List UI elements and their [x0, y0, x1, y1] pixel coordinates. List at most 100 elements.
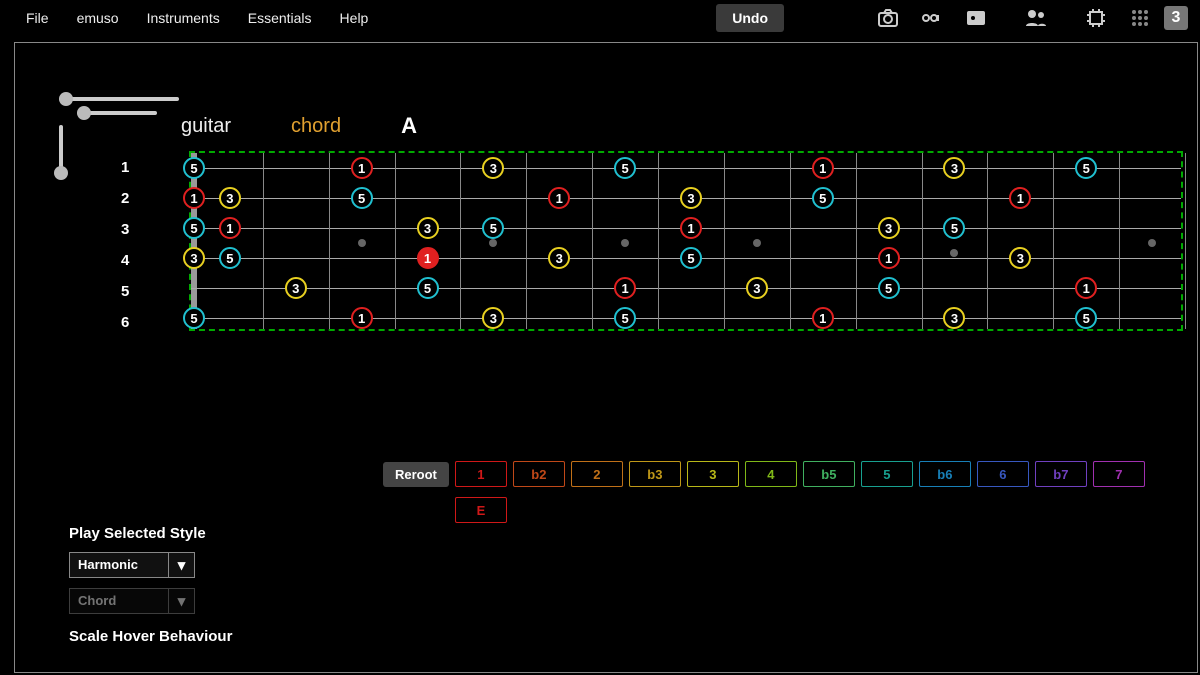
fret-line [592, 153, 593, 329]
fret-note[interactable]: 5 [614, 307, 636, 329]
fret-note[interactable]: 3 [482, 307, 504, 329]
interval-1[interactable]: 1 [455, 461, 507, 487]
fret-note[interactable]: 3 [878, 217, 900, 239]
fret-note[interactable]: 1 [614, 277, 636, 299]
interval-7[interactable]: 7 [1093, 461, 1145, 487]
fret-note[interactable]: 5 [1075, 157, 1097, 179]
string-line [191, 288, 1181, 289]
fret-note[interactable]: 3 [285, 277, 307, 299]
fret-note[interactable]: 5 [351, 187, 373, 209]
fret-line [1053, 153, 1054, 329]
fret-note[interactable]: 1 [812, 157, 834, 179]
interval-b3[interactable]: b3 [629, 461, 681, 487]
fret-note[interactable]: 1 [680, 217, 702, 239]
style-dropdown[interactable]: Harmonic ▾ [69, 552, 195, 578]
string-number: 5 [121, 283, 129, 300]
string-number: 2 [121, 190, 129, 207]
grid-icon[interactable] [1124, 2, 1156, 34]
fret-note[interactable]: 1 [878, 247, 900, 269]
fret-note[interactable]: 1 [1075, 277, 1097, 299]
fret-line [856, 153, 857, 329]
string-line [191, 168, 1181, 169]
menu-help[interactable]: Help [326, 4, 383, 32]
root-note-label: A [401, 113, 417, 139]
fret-note[interactable]: 5 [482, 217, 504, 239]
play-style-label: Play Selected Style [69, 525, 232, 542]
fret-note[interactable]: 5 [183, 217, 205, 239]
camera-icon[interactable] [872, 2, 904, 34]
instrument-label: guitar [181, 115, 231, 138]
fret-note[interactable]: 5 [812, 187, 834, 209]
fretboard[interactable]: 5153531531513153531351531531513153531351… [189, 151, 1183, 331]
fret-note[interactable]: 5 [614, 157, 636, 179]
interval-b2[interactable]: b2 [513, 461, 565, 487]
fret-note[interactable]: 1 [1009, 187, 1031, 209]
fret-note[interactable]: 5 [219, 247, 241, 269]
fret-marker [950, 249, 958, 257]
fret-line [526, 153, 527, 329]
fret-note[interactable]: 3 [548, 247, 570, 269]
fret-line [329, 153, 330, 329]
fret-marker [489, 239, 497, 247]
fret-line [460, 153, 461, 329]
note-button-e[interactable]: E [455, 497, 507, 523]
string-number: 3 [121, 221, 129, 238]
fret-note[interactable]: 3 [219, 187, 241, 209]
fret-line [1119, 153, 1120, 329]
interval-5[interactable]: 5 [861, 461, 913, 487]
fret-note[interactable]: 3 [183, 247, 205, 269]
fret-note[interactable]: 3 [680, 187, 702, 209]
fret-line [1185, 153, 1186, 329]
slider-vertical[interactable] [59, 125, 63, 175]
fret-line [724, 153, 725, 329]
menu-essentials[interactable]: Essentials [234, 4, 326, 32]
fret-note[interactable]: 3 [943, 307, 965, 329]
fret-note[interactable]: 1 [417, 247, 439, 269]
undo-button[interactable]: Undo [716, 4, 784, 32]
fret-note[interactable]: 5 [943, 217, 965, 239]
fret-note[interactable]: 1 [351, 157, 373, 179]
fret-note[interactable]: 5 [417, 277, 439, 299]
scale-hover-label: Scale Hover Behaviour [69, 628, 232, 645]
interval-b5[interactable]: b5 [803, 461, 855, 487]
fret-note[interactable]: 3 [746, 277, 768, 299]
menu-file[interactable]: File [12, 4, 63, 32]
string-line [191, 318, 1181, 319]
interval-3[interactable]: 3 [687, 461, 739, 487]
chord-dropdown: Chord ▾ [69, 588, 195, 614]
fret-note[interactable]: 5 [183, 157, 205, 179]
preset-badge[interactable]: 3 [1164, 6, 1188, 30]
mode-label: chord [291, 115, 341, 138]
fret-note[interactable]: 5 [878, 277, 900, 299]
fret-note[interactable]: 3 [482, 157, 504, 179]
slider-1[interactable] [59, 97, 179, 101]
chip-icon[interactable] [1080, 2, 1112, 34]
menu-emuso[interactable]: emuso [63, 4, 133, 32]
interval-2[interactable]: 2 [571, 461, 623, 487]
people-icon[interactable] [1020, 2, 1052, 34]
chevron-down-icon: ▾ [168, 589, 194, 613]
fret-note[interactable]: 1 [812, 307, 834, 329]
fret-note[interactable]: 1 [548, 187, 570, 209]
fret-note[interactable]: 1 [183, 187, 205, 209]
slider-2[interactable] [77, 111, 157, 115]
record-icon[interactable] [916, 2, 948, 34]
menu-instruments[interactable]: Instruments [133, 4, 234, 32]
fret-note[interactable]: 3 [943, 157, 965, 179]
fret-note[interactable]: 3 [417, 217, 439, 239]
interval-b6[interactable]: b6 [919, 461, 971, 487]
fret-note[interactable]: 5 [183, 307, 205, 329]
fret-note[interactable]: 5 [1075, 307, 1097, 329]
fret-note[interactable]: 3 [1009, 247, 1031, 269]
interval-6[interactable]: 6 [977, 461, 1029, 487]
fret-note[interactable]: 1 [219, 217, 241, 239]
interval-4[interactable]: 4 [745, 461, 797, 487]
reroot-button[interactable]: Reroot [383, 462, 449, 487]
fret-note[interactable]: 1 [351, 307, 373, 329]
nut [191, 153, 197, 329]
fret-marker [621, 239, 629, 247]
settings-icon[interactable] [960, 2, 992, 34]
fret-note[interactable]: 5 [680, 247, 702, 269]
interval-b7[interactable]: b7 [1035, 461, 1087, 487]
fret-line [263, 153, 264, 329]
